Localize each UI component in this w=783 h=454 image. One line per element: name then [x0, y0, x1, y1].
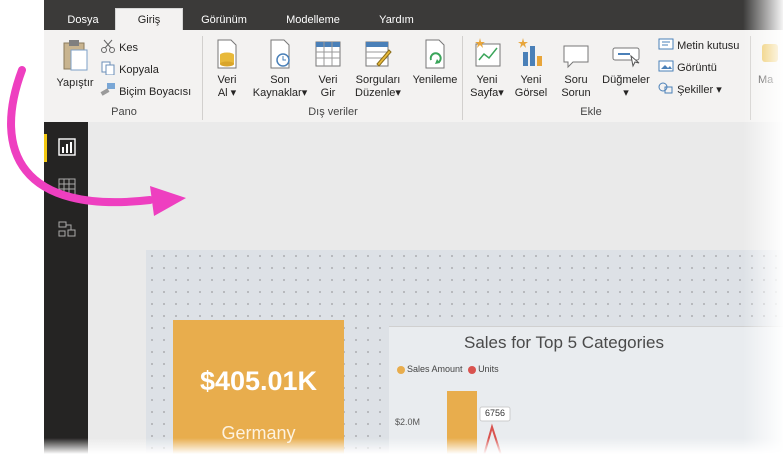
callout-arrow	[7, 66, 186, 216]
